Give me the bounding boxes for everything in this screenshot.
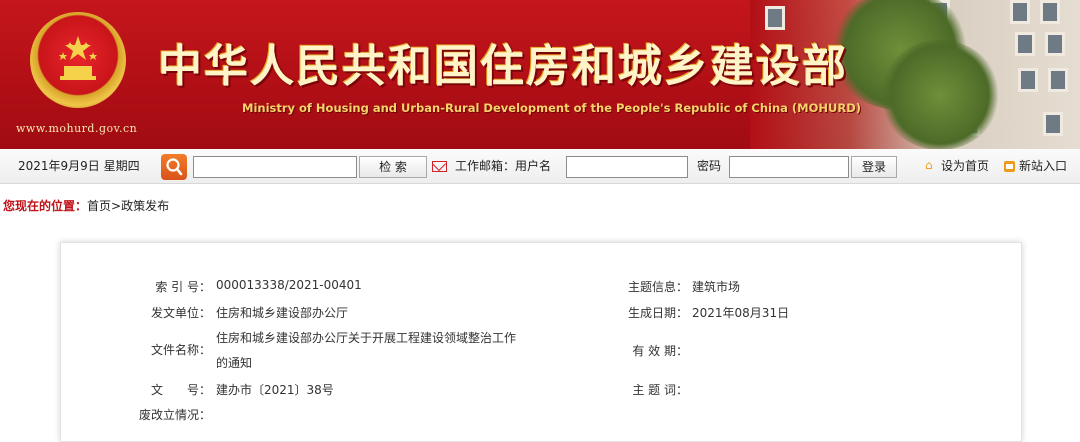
mail-icon (432, 161, 447, 172)
search-input[interactable] (193, 156, 357, 178)
breadcrumb-path[interactable]: 首页>政策发布 (87, 199, 169, 213)
validity-label: 有 效 期： (632, 344, 688, 358)
date-value: 2021年08月31日 (692, 306, 790, 320)
topic-label: 主题信息： (627, 280, 688, 294)
index-label: 索 引 号： (155, 280, 211, 294)
mail-label: 工作邮箱：用户名 (455, 159, 552, 173)
search-button[interactable]: 检 索 (359, 156, 427, 178)
issuer-value: 住房和城乡建设部办公厅 (216, 306, 349, 320)
date-label: 生成日期： (627, 306, 688, 320)
national-emblem-icon (30, 12, 126, 108)
tree-decor (880, 40, 1000, 149)
username-field[interactable] (566, 156, 688, 178)
window-decor (765, 6, 785, 30)
current-date: 2021年9月9日 星期四 (18, 159, 140, 173)
password-label: 密码 (697, 159, 722, 173)
docno-label: 文 号： (150, 383, 211, 397)
new-site-icon (1004, 161, 1015, 172)
issuer-label: 发文单位： (150, 306, 211, 320)
site-banner: www.mohurd.gov.cn 中华人民共和国住房和城乡建设部 Minist… (0, 0, 1080, 149)
filename-line-1: 住房和城乡建设部办公厅关于开展工程建设领域整治工作 (216, 331, 517, 345)
window-decor (1015, 32, 1035, 56)
search-icon[interactable] (161, 154, 187, 180)
set-home-link[interactable]: 设为首页 (941, 149, 989, 184)
breadcrumb-label: 您现在的位置： (3, 199, 88, 213)
password-field[interactable] (729, 156, 849, 178)
new-site-link[interactable]: 新站入口 (1019, 149, 1067, 184)
status-label: 废改立情况： (138, 408, 211, 422)
breadcrumb: 您现在的位置：首页>政策发布 (3, 197, 169, 214)
docno-value: 建办市〔2021〕38号 (216, 383, 334, 397)
window-decor (1043, 112, 1063, 136)
filename-line-2: 的通知 (216, 356, 253, 370)
site-url: www.mohurd.gov.cn (16, 122, 138, 135)
keywords-label: 主 题 词： (632, 383, 688, 397)
site-title: 中华人民共和国住房和城乡建设部 (158, 41, 848, 92)
index-value: 000013338/2021-00401 (216, 278, 362, 292)
site-subtitle: Ministry of Housing and Urban-Rural Deve… (242, 101, 862, 115)
window-decor (1010, 0, 1030, 24)
filename-label: 文件名称： (150, 343, 211, 357)
window-decor (1018, 68, 1038, 92)
home-icon: ⌂ (925, 158, 933, 172)
topic-value: 建筑市场 (692, 280, 741, 294)
window-decor (1048, 68, 1068, 92)
top-toolbar: 2021年9月9日 星期四 检 索 工作邮箱：用户名 密码 登录 设为首页 新站… (0, 149, 1080, 184)
login-button[interactable]: 登录 (851, 156, 897, 178)
window-decor (1045, 32, 1065, 56)
window-decor (1040, 0, 1060, 24)
document-info-panel: 索 引 号： 000013338/2021-00401 发文单位： 住房和城乡建… (60, 242, 1022, 442)
